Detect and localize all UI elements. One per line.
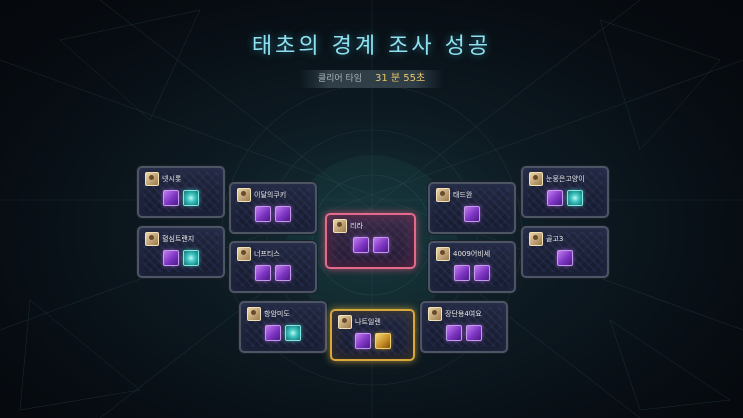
party-member-card-self[interactable]: 나트일렌	[330, 309, 415, 361]
party-member-card[interactable]: 너프티스	[229, 241, 317, 293]
member-name: 태드완	[453, 191, 473, 199]
reward-rune-icon[interactable]	[183, 190, 199, 206]
reward-chest-icon[interactable]	[474, 265, 490, 281]
avatar	[529, 172, 543, 186]
party-member-card[interactable]: 태드완	[428, 182, 516, 234]
member-name: 너프티스	[254, 250, 280, 258]
avatar	[428, 307, 442, 321]
reward-chest-icon[interactable]	[275, 206, 291, 222]
avatar	[529, 232, 543, 246]
party-member-card[interactable]: 눈뭉은고양이	[521, 166, 609, 218]
party-member-card[interactable]: 장단용4여요	[420, 301, 508, 353]
reward-chest-icon[interactable]	[446, 325, 462, 341]
reward-chest-icon[interactable]	[352, 237, 369, 253]
member-name: 장단용4여요	[445, 310, 482, 318]
reward-rune-icon[interactable]	[183, 250, 199, 266]
member-name: 이달의쿠키	[254, 191, 287, 199]
avatar	[237, 188, 251, 202]
party-member-card[interactable]: 항암미도	[239, 301, 327, 353]
member-name: 나트일렌	[355, 318, 381, 326]
member-name: 항암미도	[264, 310, 290, 318]
reward-chest-icon[interactable]	[547, 190, 563, 206]
clear-time-label: 클리어 타임	[317, 74, 363, 84]
reward-chest-icon[interactable]	[466, 325, 482, 341]
clear-time-value: 31 분 55초	[374, 73, 426, 84]
party-member-card[interactable]: 4009어비세	[428, 241, 516, 293]
reward-chest-icon[interactable]	[454, 265, 470, 281]
reward-rune-icon[interactable]	[285, 325, 301, 341]
avatar	[333, 219, 347, 233]
reward-chest-icon[interactable]	[354, 333, 371, 349]
avatar	[237, 247, 251, 261]
reward-chest-icon[interactable]	[557, 250, 573, 266]
avatar	[338, 315, 352, 329]
avatar	[145, 172, 159, 186]
reward-chest-icon[interactable]	[163, 190, 179, 206]
reward-chest-icon[interactable]	[372, 237, 389, 253]
result-title: 태초의 경계 조사 성공	[251, 34, 492, 59]
party-member-card[interactable]: 골고3	[521, 226, 609, 278]
member-name: 리라	[350, 222, 363, 230]
reward-chest-icon[interactable]	[464, 206, 480, 222]
party-member-card[interactable]: 넷시롯	[137, 166, 225, 218]
reward-chest-icon[interactable]	[265, 325, 281, 341]
avatar	[436, 188, 450, 202]
party-member-card[interactable]: 이달의쿠키	[229, 182, 317, 234]
reward-chest-icon[interactable]	[255, 265, 271, 281]
reward-rune-icon[interactable]	[567, 190, 583, 206]
avatar	[436, 247, 450, 261]
reward-chest-icon[interactable]	[255, 206, 271, 222]
member-name: 눈뭉은고양이	[546, 175, 585, 183]
clear-time-bar: 클리어 타임 31 분 55초	[300, 70, 443, 88]
party-member-card[interactable]: 혈심트랜지	[137, 226, 225, 278]
avatar	[145, 232, 159, 246]
member-name: 넷시롯	[162, 175, 182, 183]
party-member-card-mvp[interactable]: 리라	[325, 213, 416, 269]
avatar	[247, 307, 261, 321]
member-name: 골고3	[546, 235, 564, 243]
member-name: 4009어비세	[453, 250, 491, 258]
reward-chest-icon[interactable]	[163, 250, 179, 266]
reward-chest-icon[interactable]	[275, 265, 291, 281]
member-name: 혈심트랜지	[162, 235, 195, 243]
reward-gold-box-icon[interactable]	[374, 333, 391, 349]
